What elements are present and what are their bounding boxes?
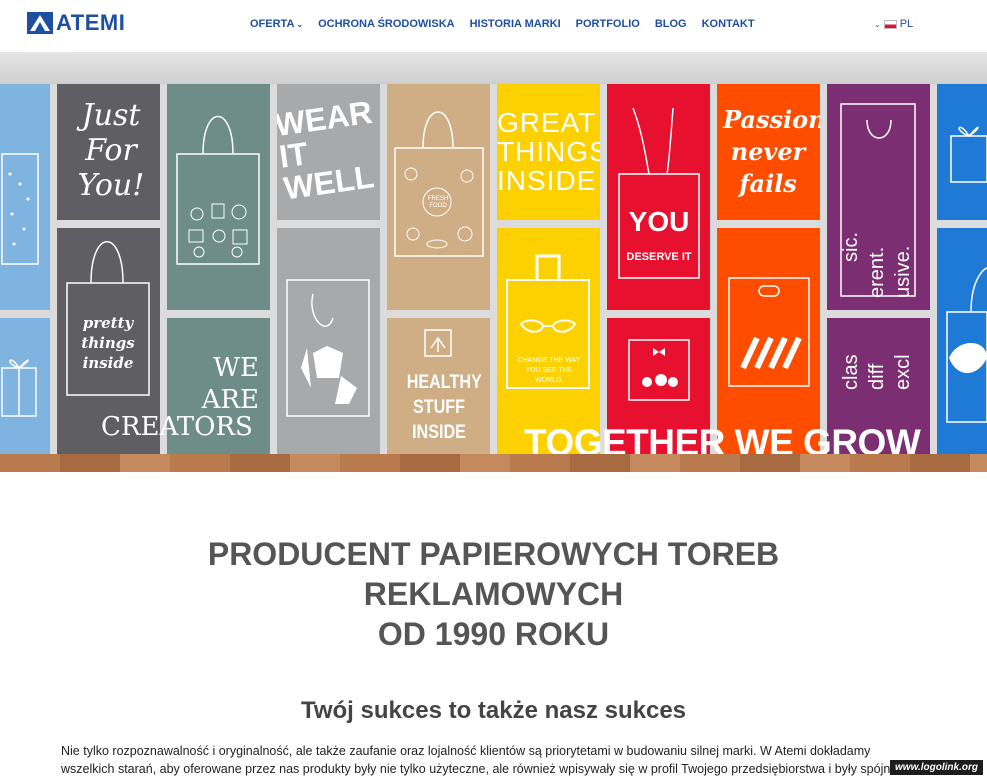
watermark: www.logolink.org: [890, 760, 983, 775]
bag-glasses-icon: [506, 254, 590, 389]
nav-item-blog[interactable]: BLOG: [655, 18, 687, 30]
headline-line-1: PRODUCENT PAPIEROWYCH TOREB: [207, 536, 780, 572]
panel-bright-blue-bottom: [937, 228, 987, 454]
language-switcher[interactable]: ⌄ PL: [872, 18, 913, 30]
vertical-text-5: diff: [866, 363, 888, 390]
just-for-you-text: Just For You!: [77, 98, 145, 203]
bag-red-icon: [618, 107, 700, 279]
wear-it-well-text: WEAR IT WELL: [277, 93, 377, 207]
chevron-down-icon: ⌄: [296, 20, 304, 29]
you-text: YOU: [628, 206, 690, 237]
main-nav: OFERTA ⌄ OCHRONA ŚRODOWISKA HISTORIA MARK…: [250, 18, 755, 30]
panel-teal-bag: [167, 84, 270, 310]
vertical-text-6: excl: [892, 354, 914, 390]
headline-line-2: REKLAMOWYCH: [363, 576, 624, 612]
nav-item-portfolio[interactable]: PORTFOLIO: [576, 18, 640, 30]
panel-gray-clothes: [277, 228, 380, 454]
panel-wear-it-well: WEAR IT WELL: [277, 84, 380, 220]
fresh-food-text: FRESH FOOD: [427, 196, 449, 209]
great-things-text: GREAT THINGS INSIDE: [497, 107, 600, 196]
panel-blue-bottom: [0, 318, 50, 454]
we-are-text: WE ARE: [201, 353, 259, 415]
intro-paragraph: Nie tylko rozpoznawalność i oryginalność…: [61, 744, 907, 776]
hero-banner: Just For You! pretty things inside WE AR…: [0, 52, 987, 472]
vertical-text-3: usive.: [892, 245, 914, 298]
pretty-things-text: pretty things inside: [81, 314, 135, 372]
panel-purple-tall: sic. erent. usive.: [827, 84, 930, 310]
vertical-text-4: clas: [840, 354, 862, 390]
deserve-it-text: DESERVE IT: [626, 251, 692, 263]
panel-you-deserve-it: YOU DESERVE IT: [607, 84, 710, 310]
bag-dots-icon: [1, 153, 39, 265]
brand-name: ATEMI: [56, 10, 126, 35]
change-the-way-text: CHANGE THE WAY YOU SEE THE WORLD.: [517, 357, 581, 384]
nav-item-label: OFERTA: [250, 18, 295, 30]
healthy-stuff-text: HEALTHY STUFF INSIDE: [406, 372, 482, 443]
hero-wall-top: [0, 52, 987, 84]
panel-fresh-food: FRESH FOOD: [387, 84, 490, 310]
language-label: PL: [899, 18, 914, 30]
panel-blue-top: [0, 84, 50, 310]
site-header: ATEMI OFERTA ⌄ OCHRONA ŚRODOWISKA HISTORI…: [0, 0, 987, 52]
panel-yellow-glasses: CHANGE THE WAY YOU SEE THE WORLD.: [497, 228, 600, 454]
panel-just-for-you: Just For You!: [57, 84, 160, 220]
bag-clothes-icon: [286, 279, 370, 417]
bag-doodle-icon: [176, 115, 260, 265]
headline-line-3: OD 1990 ROKU: [377, 616, 610, 652]
bag-swirl-icon: [946, 267, 987, 423]
passion-text: Passion never fails: [723, 105, 820, 198]
panel-great-things: GREAT THINGS INSIDE: [497, 84, 600, 220]
chevron-down-icon: ⌄: [874, 19, 881, 29]
gift-box-icon: [950, 126, 987, 183]
panel-passion: Passion never fails: [717, 84, 820, 220]
nav-item-historia-marki[interactable]: HISTORIA MARKI: [470, 18, 561, 30]
gift-box-icon: [1, 359, 37, 417]
vertical-text-1: sic.: [840, 232, 862, 262]
brand-logo[interactable]: ATEMI: [27, 12, 125, 34]
nav-item-oferta[interactable]: OFERTA ⌄: [250, 18, 303, 30]
page-subheadline: Twój sukces to także nasz sukces: [300, 697, 687, 724]
panel-bright-blue-top: [937, 84, 987, 220]
page-headline: PRODUCENT PAPIEROWYCH TOREB REKLAMOWYCH …: [100, 534, 887, 654]
vertical-text-2: erent.: [866, 246, 888, 298]
creators-text: CREATORS: [101, 412, 253, 442]
nav-item-ochrona-srodowiska[interactable]: OCHRONA ŚRODOWISKA: [318, 18, 454, 30]
bag-orange-icon: [728, 277, 810, 387]
logo-mark-icon: [27, 12, 53, 34]
nav-item-kontakt[interactable]: KONTAKT: [702, 18, 755, 30]
panel-orange-bag: [717, 228, 820, 454]
panel-healthy-stuff: HEALTHY STUFF INSIDE: [387, 318, 490, 454]
poland-flag-icon: [883, 19, 897, 29]
wooden-floor: [0, 454, 987, 472]
